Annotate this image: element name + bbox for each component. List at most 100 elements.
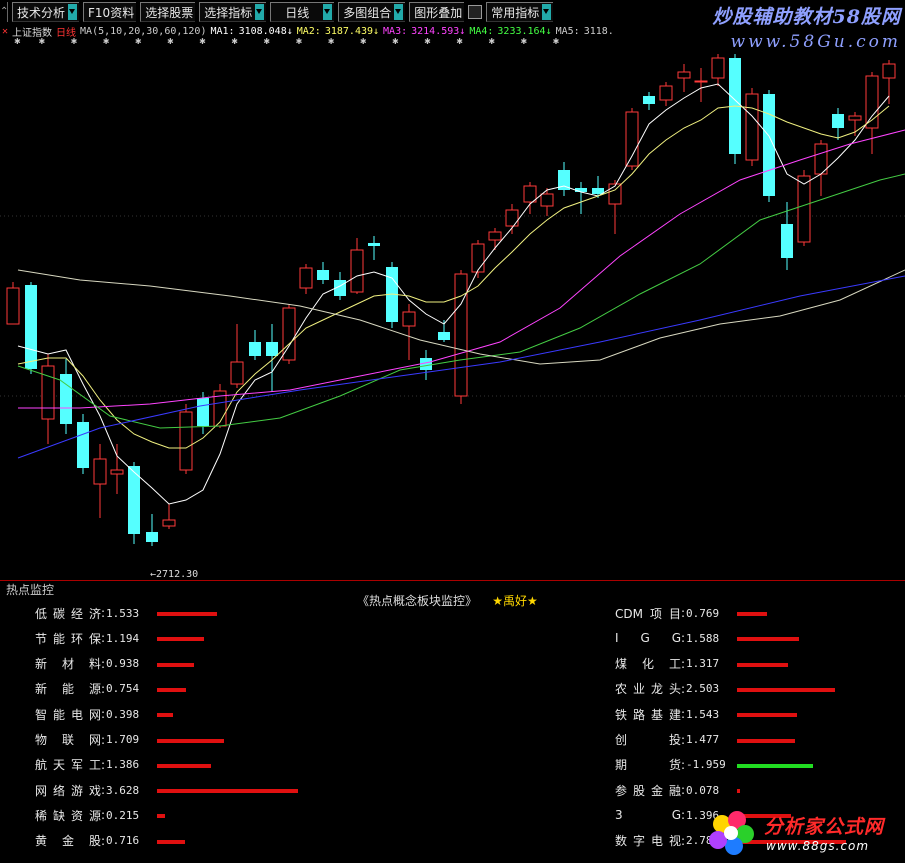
candle-body: [402, 311, 416, 327]
sector-name: 黄 金 股: [35, 834, 101, 849]
separator: :: [101, 732, 106, 747]
sector-name: 节能环保: [35, 631, 101, 646]
candle-body: [179, 411, 193, 471]
sector-value: 1.477: [686, 733, 720, 746]
hotspot-row: 农业龙头:2.503: [615, 681, 719, 697]
candle-body: [110, 469, 124, 475]
sector-value: 0.215: [106, 808, 140, 822]
dropdown-arrow-icon[interactable]: [394, 4, 404, 20]
candle-body: [197, 398, 209, 426]
sector-strength-bar: [737, 713, 798, 718]
sector-value: 0.398: [106, 707, 140, 721]
candle-body: [77, 422, 89, 468]
candle-body: [505, 209, 519, 227]
hotspot-row: 新 材 料:0.938: [35, 656, 139, 672]
logo-url: www.88gs.com: [766, 839, 870, 853]
sector-strength-bar: [737, 763, 814, 768]
select-indicator-button[interactable]: 选择指标: [199, 2, 267, 22]
toolbar-edge[interactable]: ⌃: [0, 2, 8, 22]
overlay-label: 图形叠加: [414, 5, 463, 20]
tech-analysis-label: 技术分析: [17, 5, 66, 20]
sector-value: 1.533: [106, 606, 140, 620]
panel-divider: [0, 580, 905, 581]
candle-body: [299, 267, 313, 289]
lock-icon[interactable]: [468, 5, 483, 19]
sector-value: 0.078: [686, 783, 720, 797]
sector-value: 1.543: [686, 707, 720, 721]
hotspot-row: 稀缺资源:0.215: [35, 807, 139, 823]
hotspot-row: 煤 化 工:1.317: [615, 656, 719, 672]
tech-analysis-button[interactable]: 技术分析: [12, 2, 80, 22]
separator: :: [101, 757, 106, 772]
separator: :: [101, 833, 106, 848]
site-logo: 分析家公式网 www.88gs.com: [700, 804, 905, 863]
candle-body: [659, 85, 673, 101]
candle-body: [523, 185, 537, 203]
separator: :: [681, 732, 686, 747]
separator: :: [101, 656, 106, 671]
sector-value: 1.588: [686, 631, 720, 645]
period-daily-label: 日线: [285, 5, 310, 20]
multi-chart-button[interactable]: 多图组合: [338, 2, 406, 22]
candle-body: [454, 273, 468, 397]
dropdown-arrow-icon[interactable]: [255, 4, 265, 20]
period-daily-button[interactable]: 日线: [270, 2, 335, 22]
sector-name: 铁路基建: [615, 707, 681, 722]
separator: :: [101, 783, 106, 798]
panel-heading-stars: ★禹好★: [492, 594, 538, 608]
sector-name: 新 材 料: [35, 657, 101, 672]
hotspot-row: 参股金融:0.078: [615, 782, 719, 798]
sector-value: 1.709: [106, 733, 140, 746]
sector-value: 2.503: [686, 682, 720, 696]
sector-strength-bar: [157, 687, 187, 692]
f10-info-button[interactable]: F10资料: [83, 2, 137, 22]
candlestick-chart[interactable]: ←2712.30: [0, 24, 905, 580]
common-indicator-button[interactable]: 常用指标: [486, 2, 554, 22]
sector-name: 农业龙头: [615, 682, 681, 697]
dropdown-arrow-icon[interactable]: [323, 4, 333, 20]
sector-strength-bar: [157, 738, 224, 743]
sector-strength-bar: [737, 789, 741, 794]
overlay-button[interactable]: 图形叠加: [409, 2, 465, 22]
candle-body: [643, 96, 655, 104]
sector-name: I G G: [615, 631, 681, 646]
sector-name: 智能电网: [35, 707, 101, 722]
candle-body: [608, 183, 622, 205]
hotspot-row: I G G:1.588: [615, 630, 719, 646]
dropdown-arrow-icon[interactable]: [542, 4, 552, 20]
sector-value: 3.628: [106, 783, 140, 797]
candle-body: [230, 361, 244, 385]
separator: :: [681, 757, 686, 772]
select-stock-label: 选择股票: [145, 5, 194, 20]
candle-body: [848, 115, 862, 121]
separator: :: [101, 631, 106, 646]
sector-strength-bar: [737, 662, 789, 667]
dropdown-arrow-icon[interactable]: [68, 4, 78, 20]
panel-heading-text: 《热点概念板块监控》: [357, 594, 478, 608]
candle-body: [317, 270, 329, 280]
sector-value: 1.317: [686, 657, 720, 671]
sector-value: 1.194: [106, 631, 140, 645]
sector-strength-bar: [737, 687, 835, 692]
common-indicator-label: 常用指标: [491, 5, 540, 20]
hotspot-row: 航天军工:1.386: [35, 757, 139, 773]
candle-body: [41, 365, 55, 420]
sector-name: 航天军工: [35, 758, 101, 773]
candle-body: [781, 224, 793, 258]
panel-heading: 《热点概念板块监控》 ★禹好★: [357, 592, 538, 609]
separator: :: [101, 681, 106, 696]
low-price-label: ←2712.30: [150, 569, 198, 580]
hotspot-row: 铁路基建:1.543: [615, 706, 719, 722]
separator: :: [681, 707, 686, 722]
candle-body: [162, 519, 176, 527]
sector-strength-bar: [737, 612, 767, 616]
sector-name: 网络游戏: [35, 783, 101, 798]
select-stock-button[interactable]: 选择股票: [140, 2, 196, 22]
candle-body: [249, 342, 261, 356]
sector-name: 煤 化 工: [615, 657, 681, 672]
hotspot-row: 创 投:1.477: [615, 732, 719, 748]
sector-name: 新 能 源: [35, 682, 101, 697]
sector-name: 低碳经济: [35, 606, 101, 621]
candle-body: [832, 114, 844, 128]
logo-text: 分析家公式网: [764, 816, 885, 838]
